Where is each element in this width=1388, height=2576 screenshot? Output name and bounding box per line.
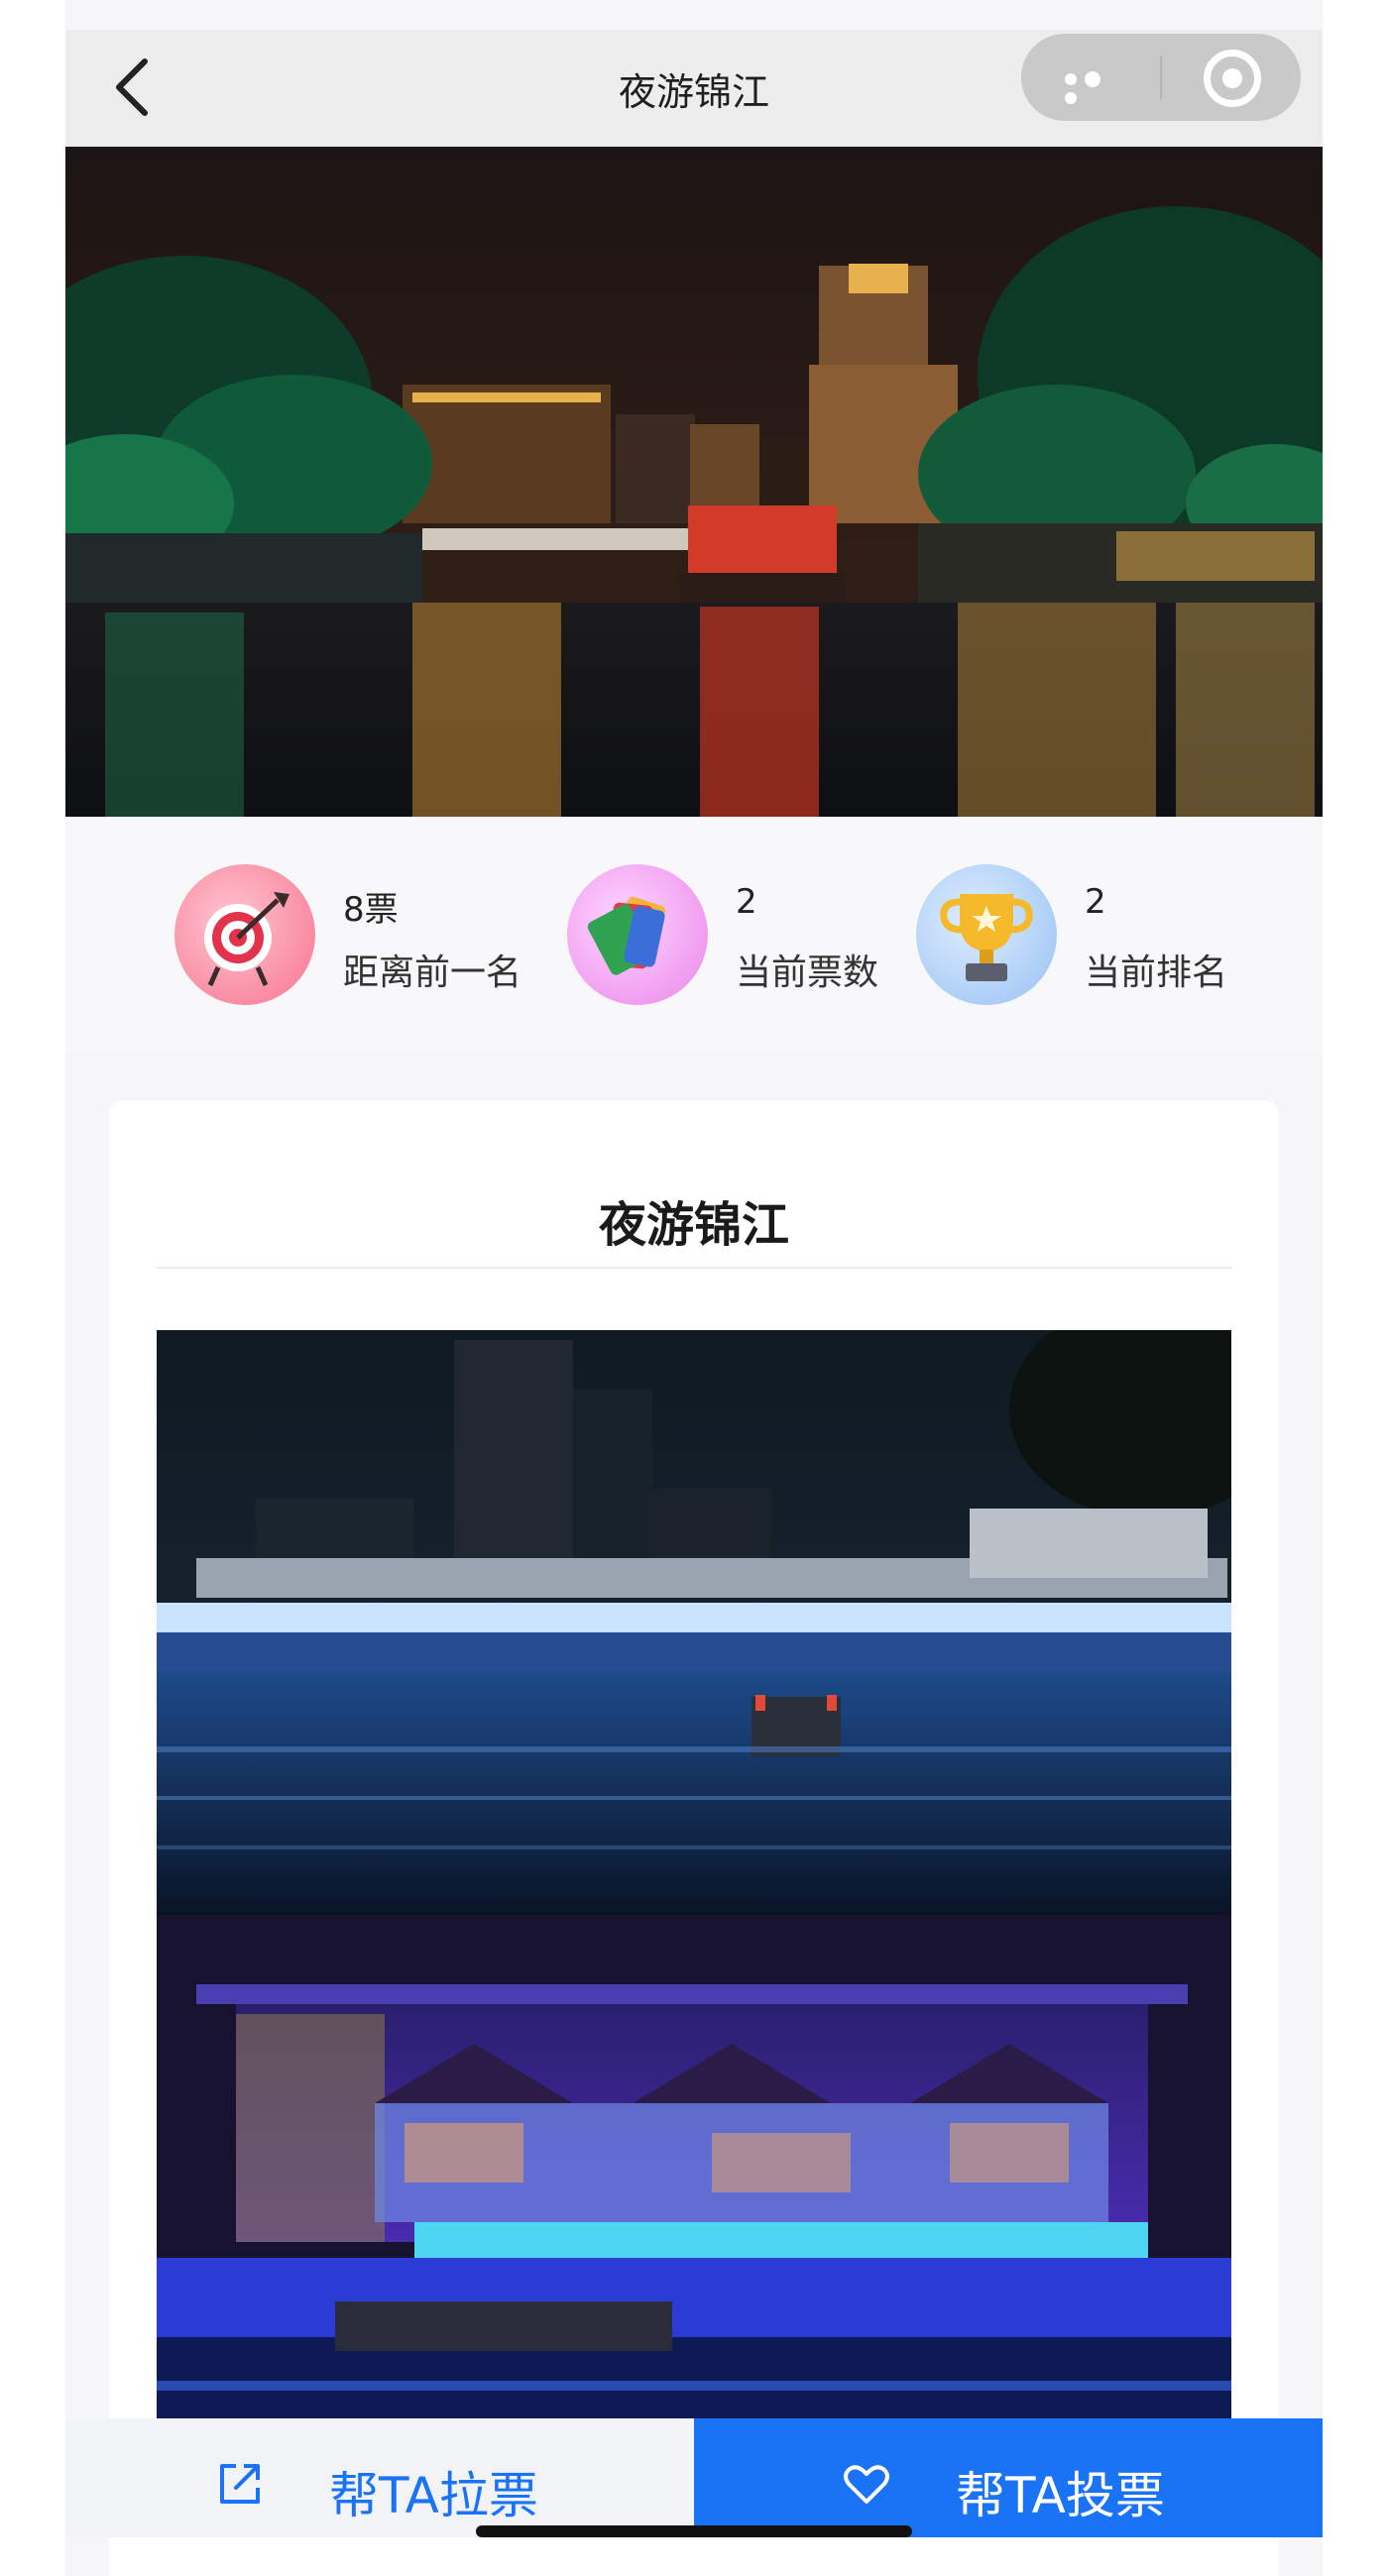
stat-label: 当前票数 xyxy=(736,952,879,993)
home-indicator xyxy=(476,2525,912,2537)
mini-program-capsule xyxy=(1021,34,1301,121)
share-button-label: 帮TA拉票 xyxy=(329,2467,538,2524)
trophy-icon xyxy=(916,864,1057,1005)
stat-value: 2 xyxy=(1085,882,1106,922)
heart-icon xyxy=(844,2465,889,2504)
target-circle-icon xyxy=(1204,50,1261,107)
share-icon xyxy=(220,2464,260,2504)
phone-screen: 夜游锦江 8票 距离前一名 2 当前票数 2 当前排名 夜游锦江 帮TA拉票 帮… xyxy=(65,0,1323,2576)
close-button[interactable] xyxy=(1162,34,1301,121)
stat-current-rank: 2 当前排名 xyxy=(916,864,1273,1013)
stat-value: 2 xyxy=(736,882,757,922)
stat-value: 8票 xyxy=(343,890,399,930)
stat-label: 距离前一名 xyxy=(343,952,522,993)
hero-image xyxy=(65,147,1323,817)
entry-title: 夜游锦江 xyxy=(598,1197,789,1253)
target-arrow-icon xyxy=(174,864,315,1005)
stats-row: 8票 距离前一名 2 当前票数 2 当前排名 xyxy=(65,817,1323,1051)
more-button[interactable] xyxy=(1021,34,1160,121)
more-dots-icon xyxy=(1065,69,1124,104)
stat-current-votes: 2 当前票数 xyxy=(567,864,904,1013)
stat-label: 当前排名 xyxy=(1085,952,1228,993)
nav-bar: 夜游锦江 xyxy=(65,30,1323,147)
stat-gap-to-previous: 8票 距离前一名 xyxy=(174,864,551,1013)
divider xyxy=(157,1267,1231,1269)
entry-card: 夜游锦江 xyxy=(109,1100,1279,2576)
vote-button[interactable]: 帮TA投票 xyxy=(694,2418,1323,2537)
vote-button-label: 帮TA投票 xyxy=(956,2467,1165,2524)
tickets-icon xyxy=(567,864,708,1005)
bottom-action-bar: 帮TA拉票 帮TA投票 xyxy=(65,2418,1323,2537)
entry-photo[interactable] xyxy=(157,1330,1231,2420)
share-canvass-button[interactable]: 帮TA拉票 xyxy=(65,2418,694,2537)
